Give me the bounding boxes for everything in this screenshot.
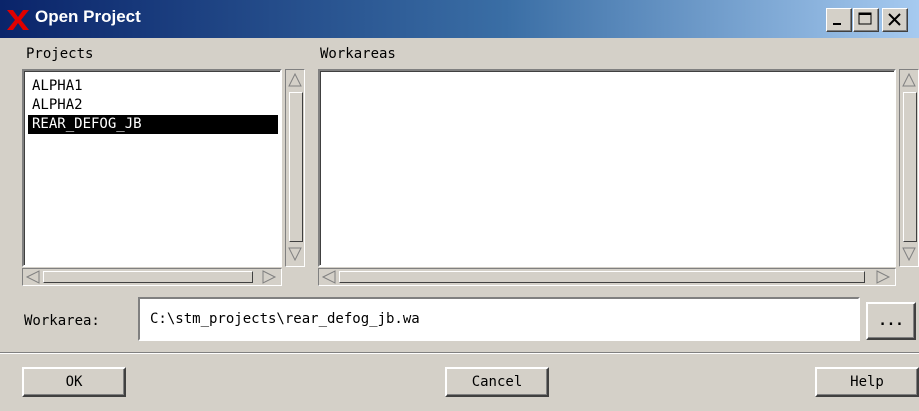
scroll-thumb[interactable]	[903, 92, 917, 242]
close-icon	[883, 13, 907, 35]
minimize-button[interactable]	[826, 8, 852, 32]
list-item-project[interactable]: ALPHA1	[28, 77, 278, 96]
projects-items: ALPHA1 ALPHA2 REAR_DEFOG_JB	[26, 77, 278, 134]
projects-vertical-scrollbar[interactable]	[285, 69, 305, 267]
scroll-thumb[interactable]	[339, 271, 865, 283]
projects-horizontal-scrollbar[interactable]	[22, 268, 282, 286]
minimize-icon	[827, 20, 851, 35]
scroll-down-arrow-icon[interactable]	[902, 246, 916, 262]
app-x-icon	[5, 8, 31, 32]
scroll-thumb[interactable]	[289, 92, 303, 242]
browse-button[interactable]: ...	[866, 302, 916, 340]
workarea-field-label: Workarea:	[24, 313, 100, 329]
maximize-button[interactable]	[853, 8, 879, 32]
scroll-down-arrow-icon[interactable]	[288, 246, 302, 262]
list-item-project-selected[interactable]: REAR_DEFOG_JB	[28, 115, 278, 134]
window-title: Open Project	[35, 7, 141, 26]
scroll-left-arrow-icon[interactable]	[25, 270, 41, 284]
scroll-up-arrow-icon[interactable]	[288, 72, 302, 88]
divider	[0, 352, 919, 354]
workareas-vertical-scrollbar[interactable]	[899, 69, 919, 267]
workareas-label: Workareas	[320, 46, 396, 62]
scroll-right-arrow-icon[interactable]	[261, 270, 277, 284]
scroll-right-arrow-icon[interactable]	[875, 270, 891, 284]
workareas-horizontal-scrollbar[interactable]	[318, 268, 896, 286]
maximize-icon	[854, 12, 878, 35]
projects-label: Projects	[26, 46, 94, 62]
ok-button[interactable]: OK	[22, 367, 126, 397]
close-button[interactable]	[882, 8, 908, 32]
scroll-thumb[interactable]	[43, 271, 253, 283]
help-button[interactable]: Help	[815, 367, 919, 397]
projects-listbox[interactable]: ALPHA1 ALPHA2 REAR_DEFOG_JB	[22, 69, 282, 267]
scroll-up-arrow-icon[interactable]	[902, 72, 916, 88]
scroll-left-arrow-icon[interactable]	[321, 270, 337, 284]
title-bar[interactable]: Open Project	[0, 0, 919, 38]
workarea-path-input[interactable]	[138, 297, 860, 341]
cancel-button[interactable]: Cancel	[445, 367, 549, 397]
workareas-listbox[interactable]	[318, 69, 896, 267]
list-item-project[interactable]: ALPHA2	[28, 96, 278, 115]
